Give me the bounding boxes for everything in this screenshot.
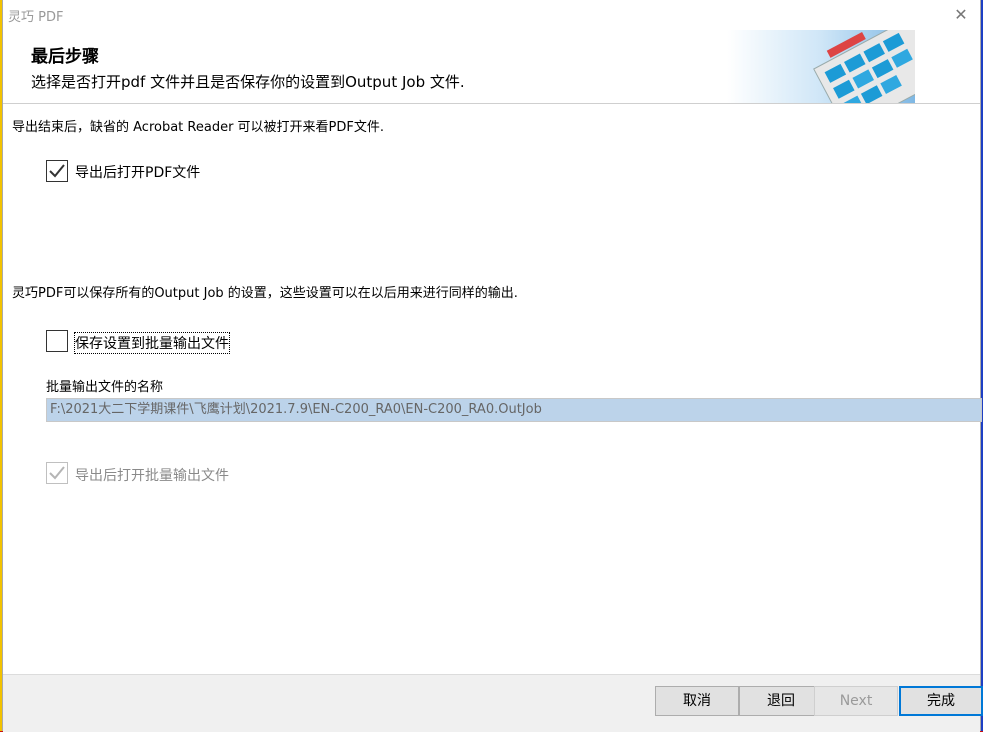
next-button: Next [814,686,898,716]
batch-file-path-field: F:\2021大二下学期课件\飞鹰计划\2021.7.9\EN-C200_RA0… [46,398,982,422]
page-subtitle: 选择是否打开pdf 文件并且是否保存你的设置到Output Job 文件. [31,73,465,91]
title-bar: 灵巧 PDF ✕ [3,0,980,30]
wizard-content: 导出结束后，缺省的 Acrobat Reader 可以被打开来看PDF文件. 导… [3,104,982,674]
checkmark-icon [49,466,65,480]
save-info-text: 灵巧PDF可以保存所有的Output Job 的设置，这些设置可以在以后用来进行… [12,286,518,301]
save-settings-checkbox[interactable] [46,330,68,352]
save-settings-label[interactable]: 保存设置到批量输出文件 [74,332,230,354]
checkmark-icon [49,164,65,178]
page-title: 最后步骤 [31,47,99,67]
close-icon[interactable]: ✕ [942,0,980,30]
export-dialog: 灵巧 PDF ✕ 最后步骤 选择是否打开pdf 文件并且是否保存你的设置到Out… [2,0,983,732]
back-button[interactable]: 退回 [739,686,823,716]
window-title: 灵巧 PDF [8,10,64,25]
finish-button[interactable]: 完成 [899,686,983,716]
batch-name-label: 批量输出文件的名称 [46,380,164,395]
open-batch-checkbox [46,462,68,484]
open-pdf-label[interactable]: 导出后打开PDF文件 [75,162,200,182]
open-pdf-checkbox[interactable] [46,160,68,182]
button-bar: 取消 退回 Next 完成 [3,674,983,732]
intro-text: 导出结束后，缺省的 Acrobat Reader 可以被打开来看PDF文件. [12,120,385,135]
wizard-header: 最后步骤 选择是否打开pdf 文件并且是否保存你的设置到Output Job 文… [3,30,980,104]
open-batch-label: 导出后打开批量输出文件 [75,468,229,484]
cancel-button[interactable]: 取消 [655,686,739,716]
circuit-board-banner-icon [727,30,915,103]
